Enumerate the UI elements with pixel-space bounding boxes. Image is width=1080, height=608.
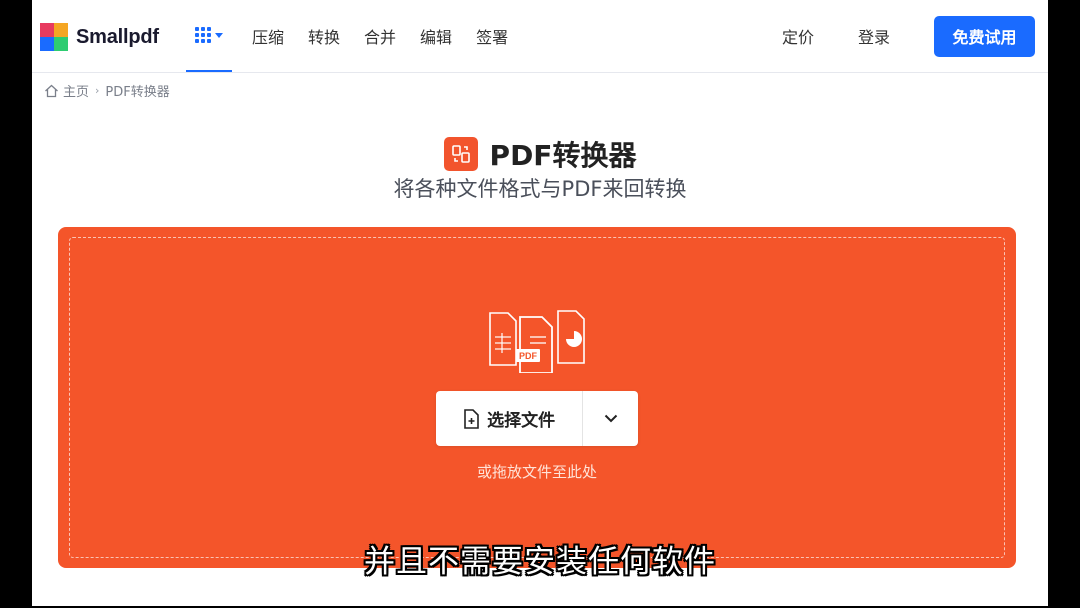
main-menu: 压缩 转换 合并 编辑 签署 (252, 0, 532, 72)
breadcrumb-home-label: 主页 (63, 85, 90, 100)
menu-item-edit[interactable]: 编辑 (420, 24, 452, 48)
choose-file-label: 选择文件 (487, 411, 556, 431)
login-link[interactable]: 登录 (858, 24, 890, 48)
home-icon (45, 84, 58, 97)
breadcrumb-home[interactable]: 主页 (44, 81, 89, 100)
chevron-down-icon (604, 414, 617, 423)
pricing-link[interactable]: 定价 (782, 24, 814, 48)
tool-heading: PDF转换器 (32, 134, 1048, 174)
breadcrumb: 主页 › PDF转换器 (44, 81, 170, 100)
caret-down-icon (215, 32, 223, 38)
convert-icon (443, 137, 478, 171)
page-subtitle: 将各种文件格式与PDF来回转换 (393, 177, 687, 201)
menu-item-merge[interactable]: 合并 (364, 24, 396, 48)
menu-item-compress[interactable]: 压缩 (252, 24, 284, 48)
page-title: PDF转换器 (489, 139, 637, 172)
breadcrumb-separator: › (95, 84, 100, 97)
menu-item-sign[interactable]: 签署 (476, 24, 508, 48)
free-trial-button[interactable]: 免费试用 (934, 15, 1035, 57)
file-add-icon (464, 408, 479, 429)
logo-mark-icon (40, 23, 68, 51)
apps-menu-button[interactable] (186, 0, 232, 72)
brand-name: Smallpdf (76, 25, 159, 48)
top-navigation: Smallpdf 压缩 转换 合并 编辑 签署 定价 登录 免费试用 (32, 0, 1048, 73)
file-types-illustration: PDF (489, 310, 585, 373)
grid-icon (195, 27, 211, 43)
drag-drop-hint: 或拖放文件至此处 (476, 463, 597, 481)
choose-file-button[interactable]: 选择文件 (436, 391, 584, 446)
browser-page: Smallpdf 压缩 转换 合并 编辑 签署 定价 登录 免费试用 主页 › … (32, 0, 1048, 606)
file-drop-zone[interactable]: PDF 选择文件 或拖放文件至此处 (58, 227, 1016, 568)
smallpdf-logo[interactable]: Smallpdf (40, 23, 159, 51)
video-subtitle-caption: 并且不需要安装任何软件 (364, 544, 716, 580)
pdf-label: PDF (519, 351, 538, 361)
breadcrumb-current: PDF转换器 (105, 85, 170, 100)
menu-item-convert[interactable]: 转换 (308, 24, 340, 48)
file-source-dropdown[interactable] (583, 391, 638, 446)
nav-right: 定价 登录 免费试用 (782, 0, 1048, 72)
choose-file-control: 选择文件 (436, 391, 638, 446)
